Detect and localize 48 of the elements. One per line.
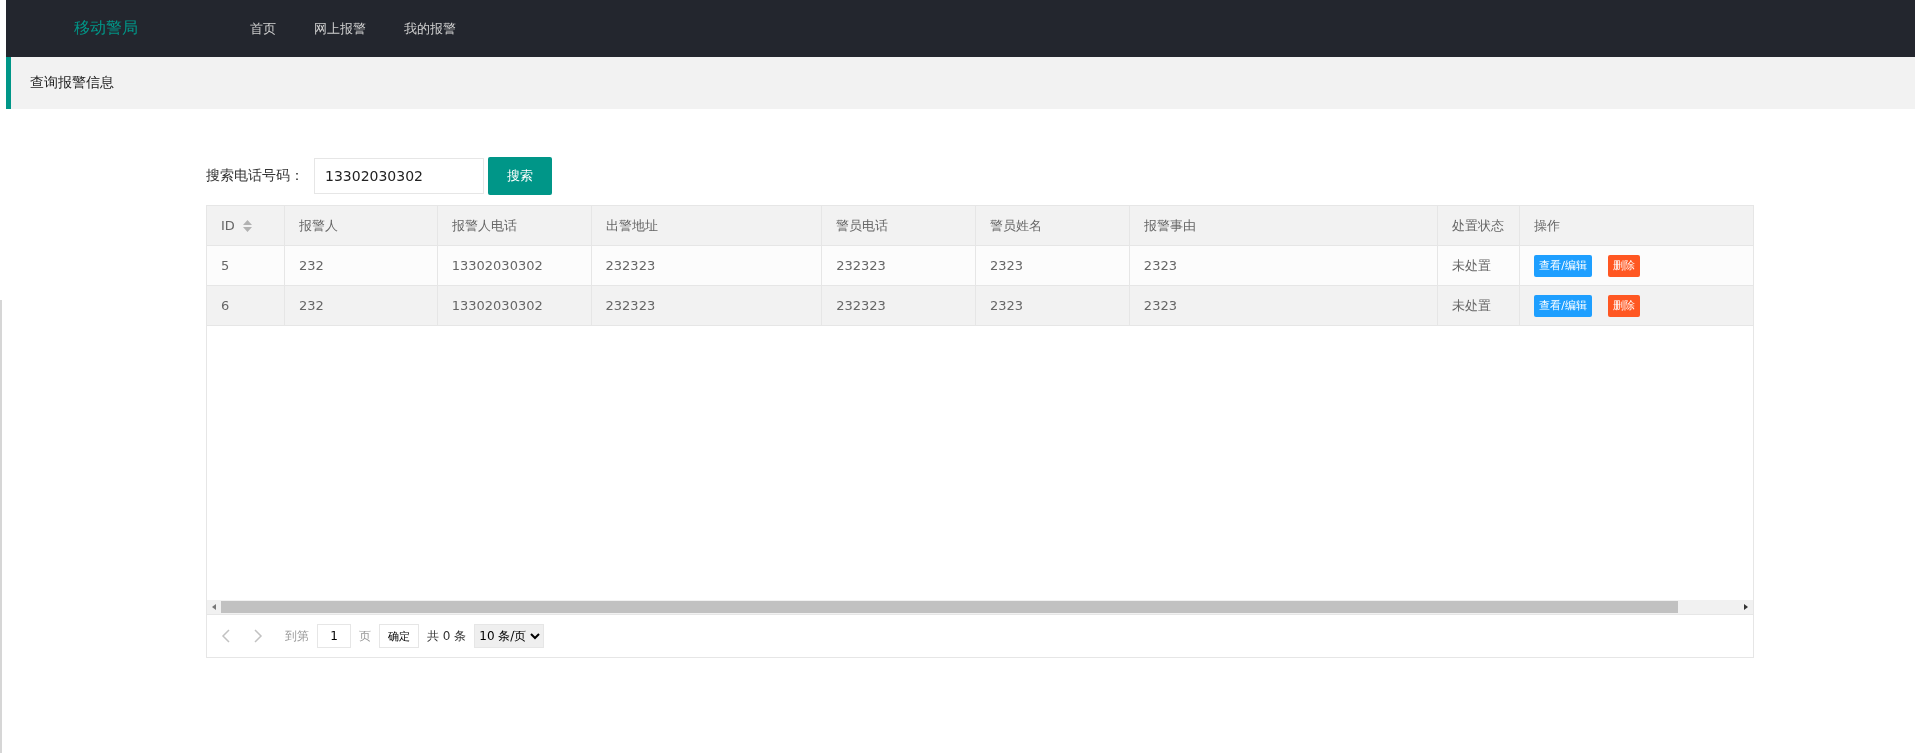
table-cell: 232323 bbox=[836, 298, 886, 313]
delete-button[interactable]: 删除 bbox=[1608, 254, 1641, 277]
table-cell: 未处置 bbox=[1452, 296, 1492, 315]
horizontal-scrollbar[interactable] bbox=[207, 600, 1753, 614]
column-header[interactable]: ID bbox=[207, 206, 285, 245]
column-header: 报警事由 bbox=[1129, 206, 1439, 245]
page-title: 查询报警信息 bbox=[30, 74, 114, 92]
table-row[interactable]: 5 232 13302030302 232323 232323 2323 2323 未处置 查看/编辑 删除 bbox=[207, 246, 1753, 286]
table-cell: 2323 bbox=[1143, 298, 1177, 313]
table-cell: 2323 bbox=[1143, 258, 1177, 273]
previous-page-icon[interactable] bbox=[221, 629, 231, 643]
delete-button[interactable]: 删除 bbox=[1608, 294, 1641, 317]
column-header: 报警人 bbox=[284, 206, 438, 245]
page-unit-label: 页 bbox=[359, 627, 371, 645]
phone-search-field[interactable]: 13302030302 bbox=[314, 158, 484, 194]
table-cell: 232323 bbox=[605, 298, 656, 313]
table-cell: 13302030302 bbox=[451, 298, 543, 313]
table-cell: 13302030302 bbox=[451, 258, 543, 273]
table-cell: 2323 bbox=[990, 258, 1024, 273]
table-cell: 232 bbox=[298, 298, 324, 313]
table-cell: 2323 bbox=[990, 298, 1024, 313]
page-number-field[interactable]: 1 bbox=[317, 624, 351, 648]
column-header: 出警地址 bbox=[591, 206, 823, 245]
table-cell: 未处置 bbox=[1452, 256, 1492, 275]
table-cell: 5 bbox=[221, 258, 230, 273]
total-count: 共 0 条 bbox=[427, 627, 467, 645]
nav-link[interactable]: 我的报警 bbox=[404, 19, 456, 38]
scrollbar-thumb[interactable] bbox=[221, 601, 1679, 613]
goto-label: 到第 bbox=[285, 627, 309, 645]
page-size-select[interactable]: 10 条/页 bbox=[474, 624, 545, 648]
nav-link[interactable]: 首页 bbox=[250, 19, 276, 38]
table-row[interactable]: 6 232 13302030302 232323 232323 2323 2323 未处置 查看/编辑 删除 bbox=[207, 286, 1753, 326]
table-cell: 232323 bbox=[836, 258, 886, 273]
confirm-button[interactable]: 确定 bbox=[379, 624, 419, 648]
sort-icon[interactable] bbox=[242, 219, 252, 232]
column-header: 警员电话 bbox=[822, 206, 977, 245]
column-header: 警员姓名 bbox=[976, 206, 1130, 245]
nav-link[interactable]: 网上报警 bbox=[314, 19, 366, 38]
search-button[interactable]: 搜索 bbox=[488, 157, 552, 195]
table-cell: 6 bbox=[221, 298, 230, 313]
table-cell: 232323 bbox=[605, 258, 656, 273]
column-header: 操作 bbox=[1533, 216, 1562, 235]
table-cell: 232 bbox=[298, 258, 324, 273]
column-header: 报警人电话 bbox=[437, 206, 592, 245]
brand-logo-text[interactable]: 移动警局 bbox=[74, 18, 250, 39]
next-page-icon[interactable] bbox=[253, 629, 263, 643]
search-label: 搜索电话号码： bbox=[206, 167, 304, 185]
column-header: 处置状态 bbox=[1438, 206, 1521, 245]
